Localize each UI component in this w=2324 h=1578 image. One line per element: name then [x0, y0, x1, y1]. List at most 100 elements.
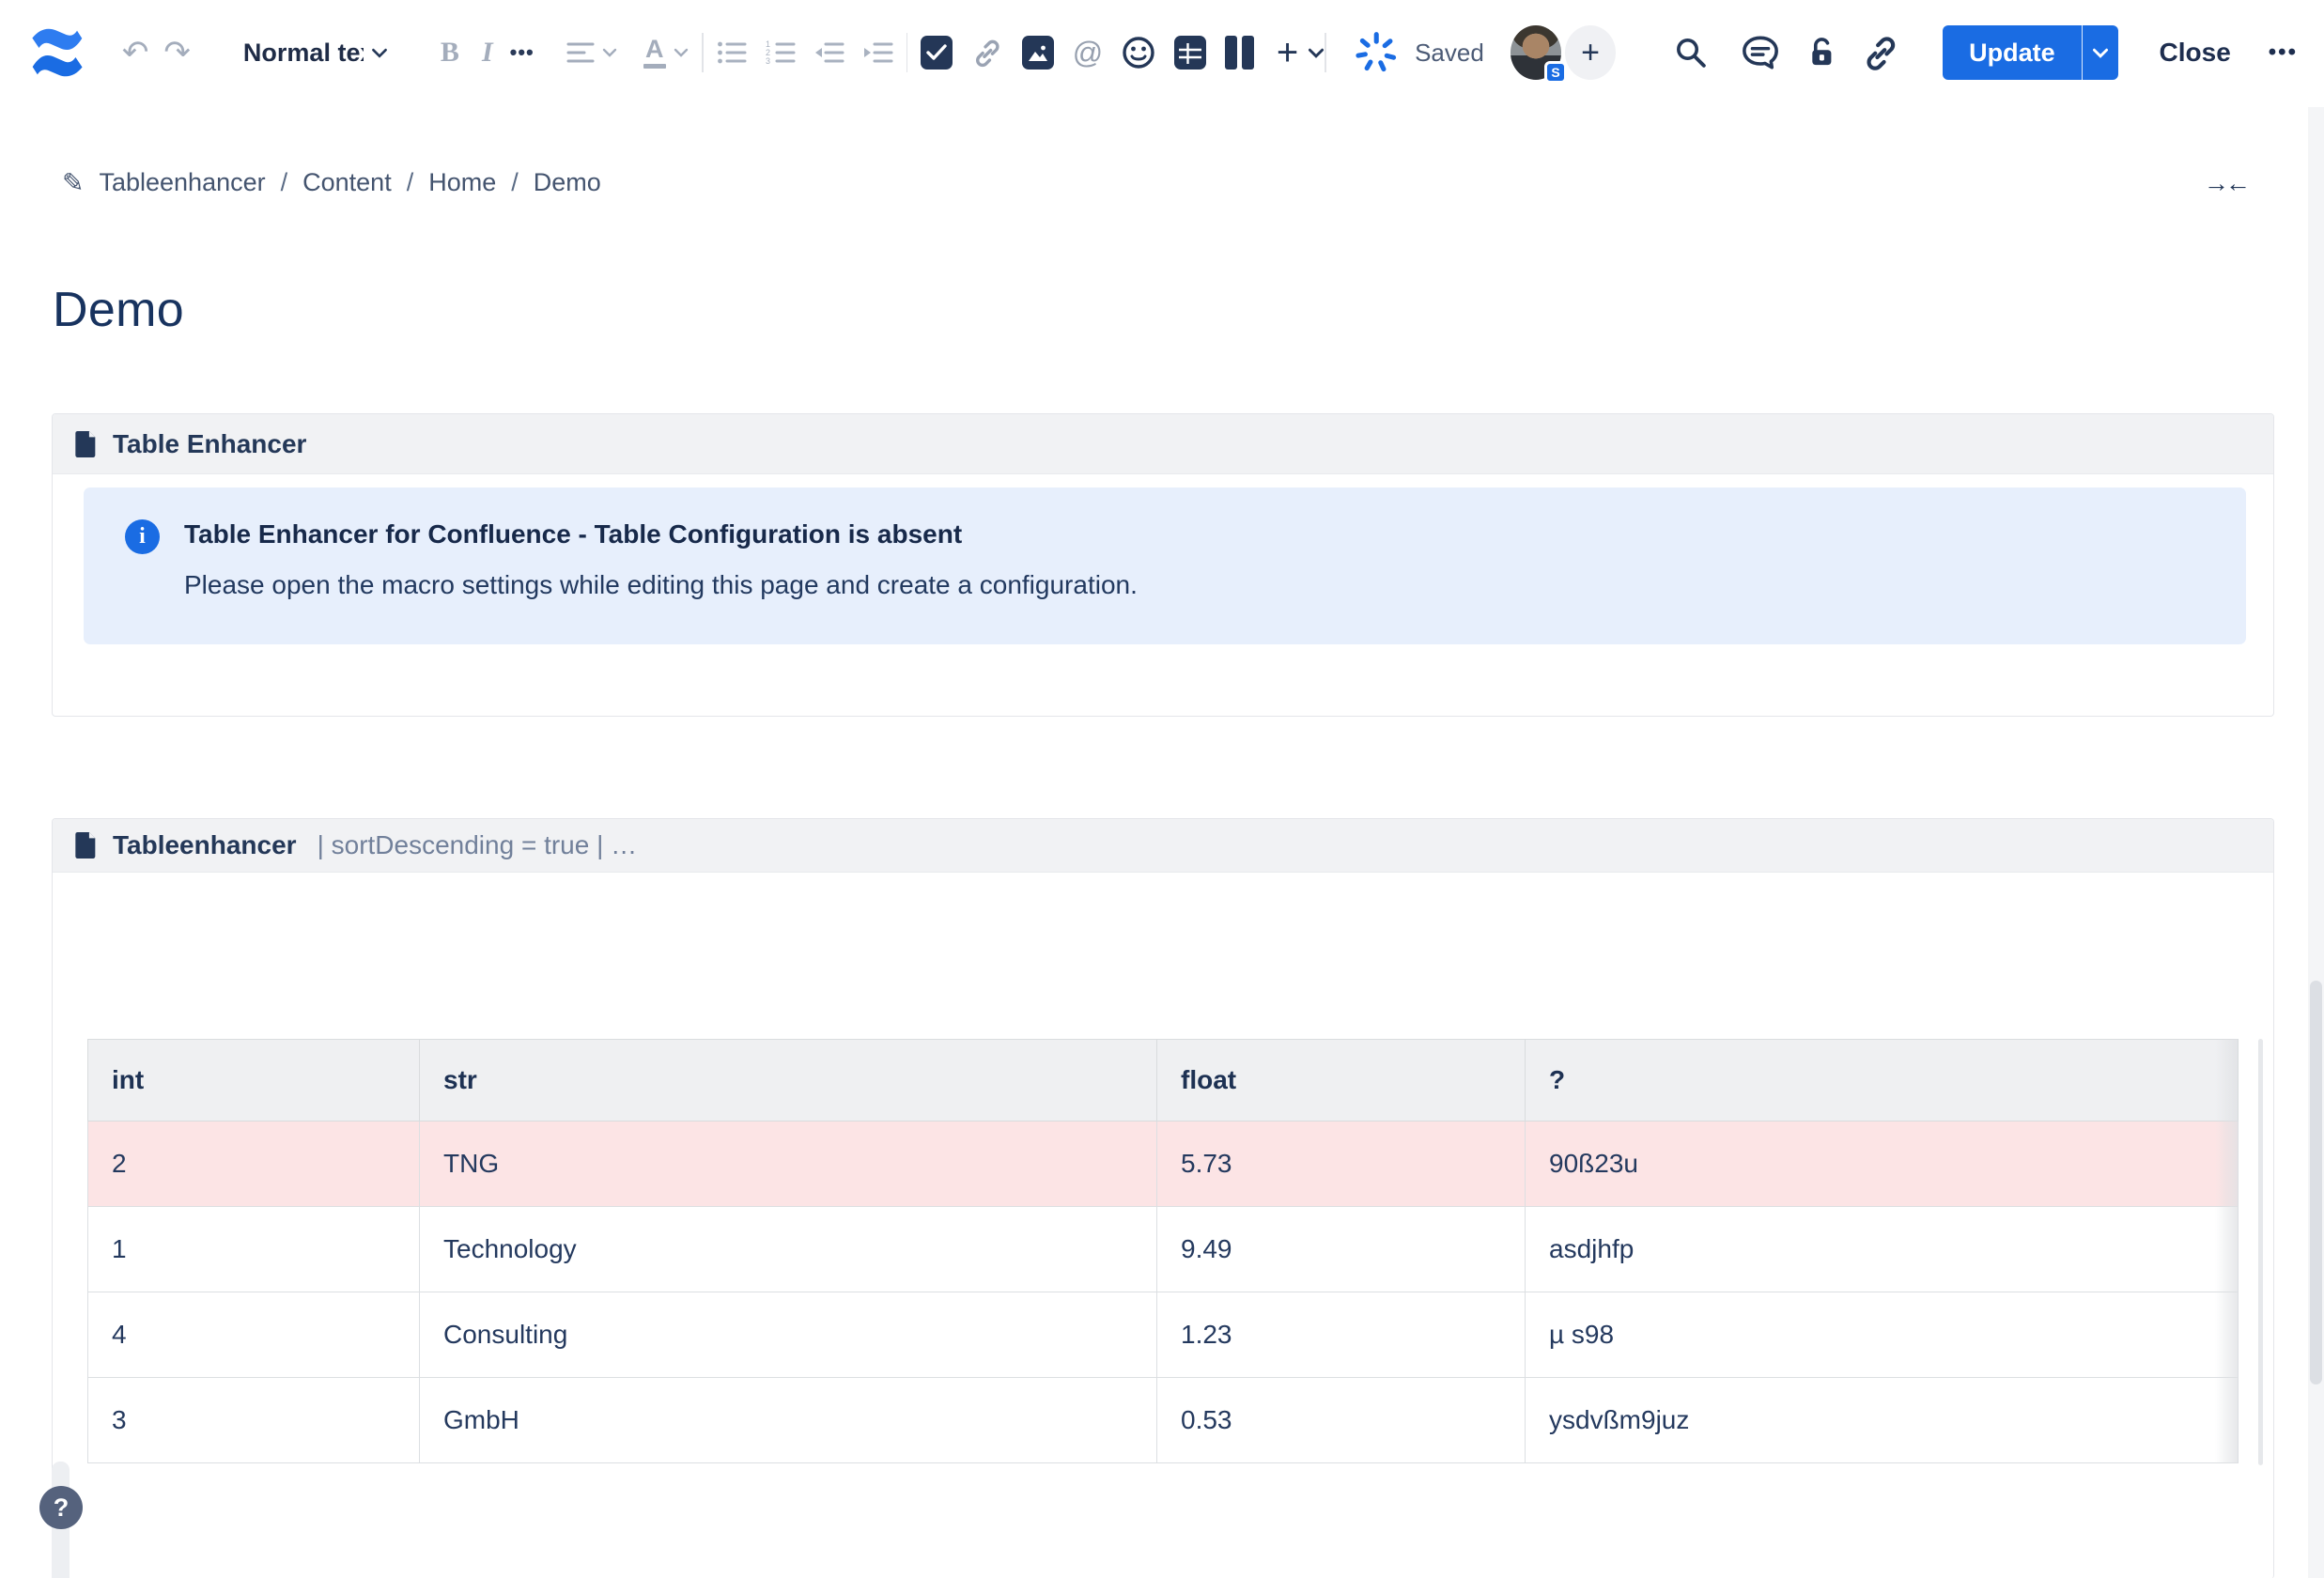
- alignment-button[interactable]: [566, 40, 595, 65]
- cell: ysdvßm9juz: [1526, 1378, 2239, 1463]
- page-scrollbar-track[interactable]: [2308, 107, 2324, 1578]
- info-panel-title: Table Enhancer for Confluence - Table Co…: [184, 519, 1138, 549]
- info-panel: i Table Enhancer for Confluence - Table …: [84, 487, 2246, 644]
- text-color-button[interactable]: A: [643, 37, 666, 69]
- table-header-row: int str float ?: [88, 1040, 2239, 1122]
- breadcrumb-space[interactable]: Tableenhancer: [99, 168, 265, 197]
- update-split-button: Update: [1943, 25, 2117, 80]
- chevron-down-icon: [371, 48, 388, 58]
- info-icon: i: [125, 519, 160, 554]
- breadcrumb-content[interactable]: Content: [302, 168, 392, 197]
- search-icon[interactable]: [1674, 36, 1708, 70]
- macro-params: | sortDescending = true | …: [318, 830, 638, 860]
- block-style-dropdown[interactable]: Normal text: [243, 39, 388, 68]
- cell: 90ß23u: [1526, 1122, 2239, 1207]
- column-header-q[interactable]: ?: [1526, 1040, 2239, 1122]
- chevron-down-icon: [602, 48, 617, 57]
- close-button[interactable]: Close: [2160, 38, 2231, 68]
- avatar-status-badge: S: [1544, 61, 1567, 84]
- svg-text:3: 3: [766, 56, 770, 66]
- macro-header[interactable]: Table Enhancer: [53, 414, 2273, 474]
- task-list-button[interactable]: [921, 36, 953, 70]
- document-icon: [75, 431, 98, 457]
- cell: asdjhfp: [1526, 1207, 2239, 1292]
- macro-title: Table Enhancer: [113, 429, 306, 459]
- column-header-int[interactable]: int: [88, 1040, 420, 1122]
- redo-icon[interactable]: ↷: [163, 37, 191, 69]
- breadcrumb-separator: /: [281, 168, 288, 197]
- cell: 1.23: [1157, 1292, 1526, 1378]
- layouts-button[interactable]: [1225, 36, 1254, 70]
- avatar[interactable]: S: [1511, 25, 1561, 80]
- macro-table-enhancer[interactable]: Table Enhancer i Table Enhancer for Conf…: [52, 413, 2274, 717]
- edit-pencil-icon: ✎: [62, 167, 84, 198]
- cell: GmbH: [420, 1378, 1157, 1463]
- saving-spinner-icon: [1355, 31, 1398, 74]
- cell: 2: [88, 1122, 420, 1207]
- cell: 3: [88, 1378, 420, 1463]
- breadcrumb-separator: /: [511, 168, 519, 197]
- cell: 5.73: [1157, 1122, 1526, 1207]
- breadcrumb-home[interactable]: Home: [428, 168, 496, 197]
- numbered-list-button[interactable]: 123: [766, 39, 796, 66]
- bold-button[interactable]: B: [441, 37, 459, 69]
- copy-link-icon[interactable]: [1862, 35, 1899, 70]
- invite-button[interactable]: +: [1565, 25, 1616, 80]
- page-scrollbar-thumb[interactable]: [2310, 981, 2322, 1385]
- cell: Technology: [420, 1207, 1157, 1292]
- update-button[interactable]: Update: [1943, 25, 2082, 80]
- cell: TNG: [420, 1122, 1157, 1207]
- table-row: 4 Consulting 1.23 µ s98: [88, 1292, 2239, 1378]
- page-title[interactable]: Demo: [53, 282, 184, 338]
- enhanced-table: int str float ? 2 TNG 5.73 90ß23u 1: [87, 1039, 2238, 1463]
- update-dropdown-button[interactable]: [2083, 25, 2117, 80]
- table-button[interactable]: [1174, 36, 1206, 70]
- unlock-icon[interactable]: [1805, 36, 1837, 70]
- collapse-width-icon[interactable]: →←: [2204, 169, 2247, 198]
- undo-icon[interactable]: ↶: [122, 37, 149, 69]
- macro-tableenhancer[interactable]: Tableenhancer | sortDescending = true | …: [52, 818, 2274, 1578]
- editor-toolbar: ↶ ↷ Normal text B I ••• A 123: [0, 0, 2324, 105]
- toolbar-divider: [1325, 33, 1326, 72]
- mention-button[interactable]: @: [1073, 36, 1103, 70]
- cell: µ s98: [1526, 1292, 2239, 1378]
- breadcrumb-separator: /: [407, 168, 414, 197]
- help-button[interactable]: ?: [39, 1486, 83, 1529]
- breadcrumb-current-page[interactable]: Demo: [534, 168, 601, 197]
- toolbar-divider: [702, 33, 704, 72]
- document-icon: [75, 832, 98, 859]
- insert-button[interactable]: +: [1277, 34, 1298, 71]
- macro-scrollbar[interactable]: [2258, 1039, 2263, 1465]
- confluence-logo-icon[interactable]: [30, 25, 85, 80]
- more-formatting-button[interactable]: •••: [510, 40, 535, 65]
- comment-icon[interactable]: [1742, 35, 1779, 70]
- breadcrumb: ✎ Tableenhancer / Content / Home / Demo: [62, 167, 601, 198]
- toolbar-divider: [906, 33, 908, 72]
- table-row: 3 GmbH 0.53 ysdvßm9juz: [88, 1378, 2239, 1463]
- cell: 0.53: [1157, 1378, 1526, 1463]
- chevron-down-icon[interactable]: [1308, 48, 1325, 58]
- info-panel-message: Please open the macro settings while edi…: [184, 570, 1138, 600]
- cell: 4: [88, 1292, 420, 1378]
- bullet-list-button[interactable]: [717, 39, 747, 66]
- indent-button[interactable]: [863, 39, 893, 66]
- outdent-button[interactable]: [814, 39, 844, 66]
- save-status: Saved: [1415, 39, 1484, 68]
- italic-button[interactable]: I: [482, 37, 493, 69]
- cell: Consulting: [420, 1292, 1157, 1378]
- column-header-float[interactable]: float: [1157, 1040, 1526, 1122]
- block-style-label: Normal text: [243, 39, 364, 68]
- macro-title: Tableenhancer: [113, 830, 297, 860]
- cell: 9.49: [1157, 1207, 1526, 1292]
- column-header-str[interactable]: str: [420, 1040, 1157, 1122]
- more-actions-button[interactable]: •••: [2269, 39, 2298, 66]
- table-row: 2 TNG 5.73 90ß23u: [88, 1122, 2239, 1207]
- image-button[interactable]: [1022, 36, 1054, 70]
- table-row: 1 Technology 9.49 asdjhfp: [88, 1207, 2239, 1292]
- link-button[interactable]: [971, 38, 1003, 68]
- emoji-button[interactable]: [1122, 36, 1155, 70]
- cell: 1: [88, 1207, 420, 1292]
- confluence-editor: ↶ ↷ Normal text B I ••• A 123: [0, 0, 2324, 1578]
- macro-header[interactable]: Tableenhancer | sortDescending = true | …: [53, 819, 2273, 873]
- chevron-down-icon: [674, 48, 689, 57]
